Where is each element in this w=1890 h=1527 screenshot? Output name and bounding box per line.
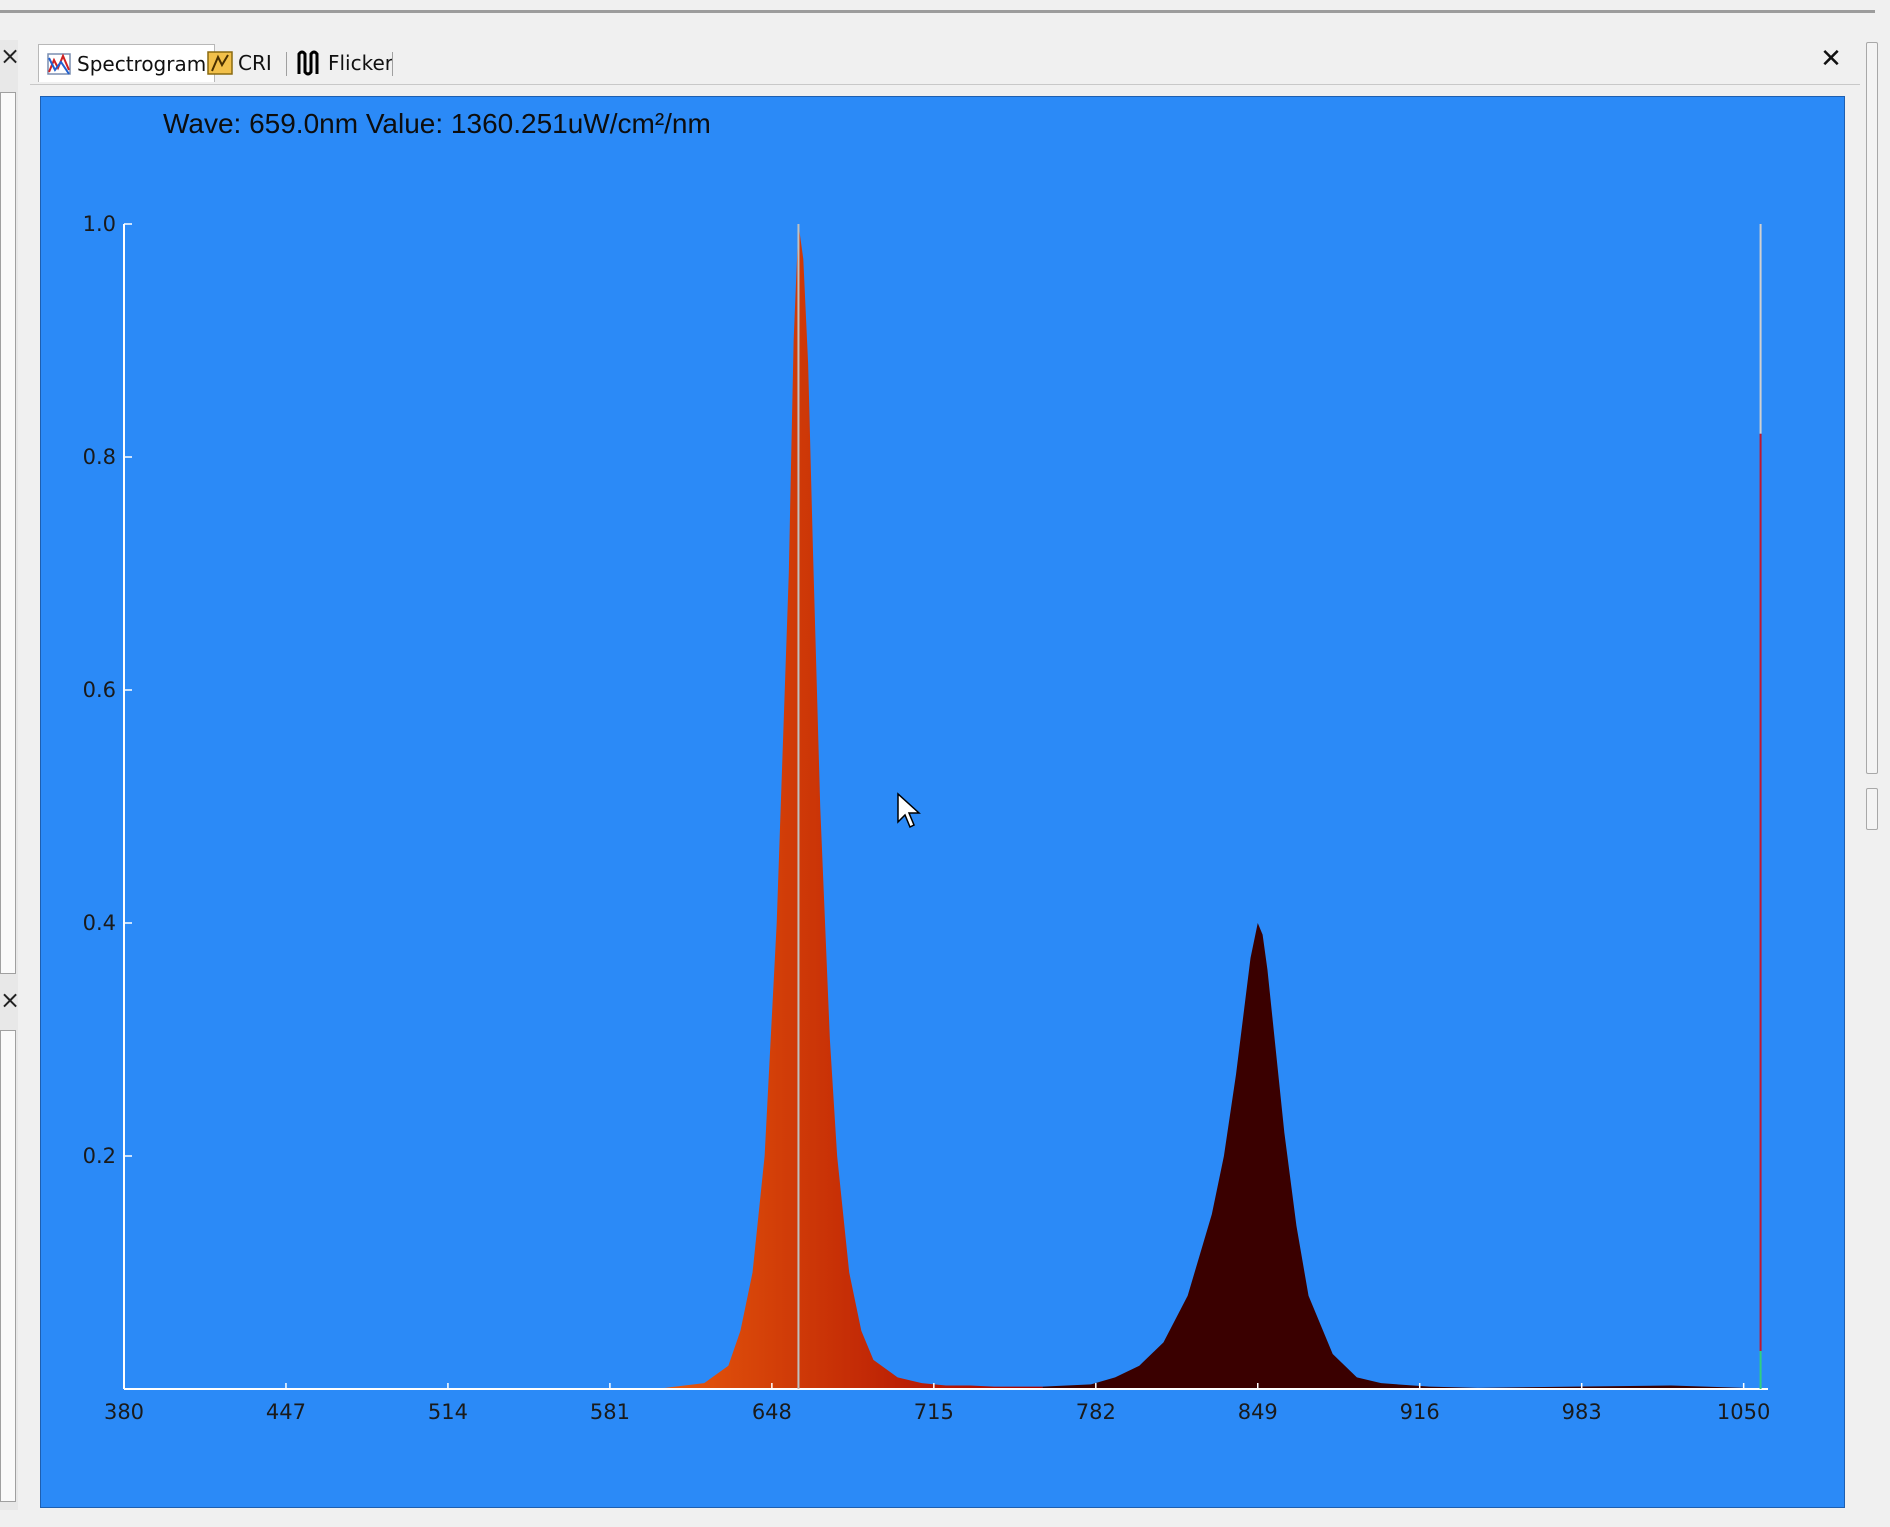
peak-area-659nm: [655, 224, 1043, 1389]
x-tick-label: 849: [1238, 1400, 1278, 1424]
x-tick-label: 983: [1562, 1400, 1602, 1424]
x-tick-label: 581: [590, 1400, 630, 1424]
spectrum-chart: 380 447 514 581 648 715 782 849 916 983 1050 0.2 0.4…: [83, 212, 1771, 1424]
cursor-readout: Wave: 659.0nm Value: 1360.251uW/cm²/nm: [163, 108, 711, 139]
x-tick-label: 648: [752, 1400, 792, 1424]
x-tick-label: 514: [428, 1400, 468, 1424]
y-tick-label: 0.8: [83, 445, 116, 469]
peak-area-849nm: [1042, 923, 1744, 1389]
y-tick-label: 0.4: [83, 911, 116, 935]
x-tick-label: 782: [1076, 1400, 1116, 1424]
chart-marks: 380 447 514 581 648 715 782 849 916 983 1050 0.2 0.4…: [83, 212, 1771, 1424]
y-tick-label: 0.6: [83, 678, 116, 702]
x-tick-label: 715: [914, 1400, 954, 1424]
x-tick-label: 447: [266, 1400, 306, 1424]
mouse-pointer-icon: [897, 792, 921, 829]
y-tick-label: 0.2: [83, 1144, 116, 1168]
x-tick-label: 380: [104, 1400, 144, 1424]
y-tick-label: 1.0: [83, 212, 116, 236]
x-tick-label: 916: [1400, 1400, 1440, 1424]
x-tick-label: 1050: [1717, 1400, 1770, 1424]
